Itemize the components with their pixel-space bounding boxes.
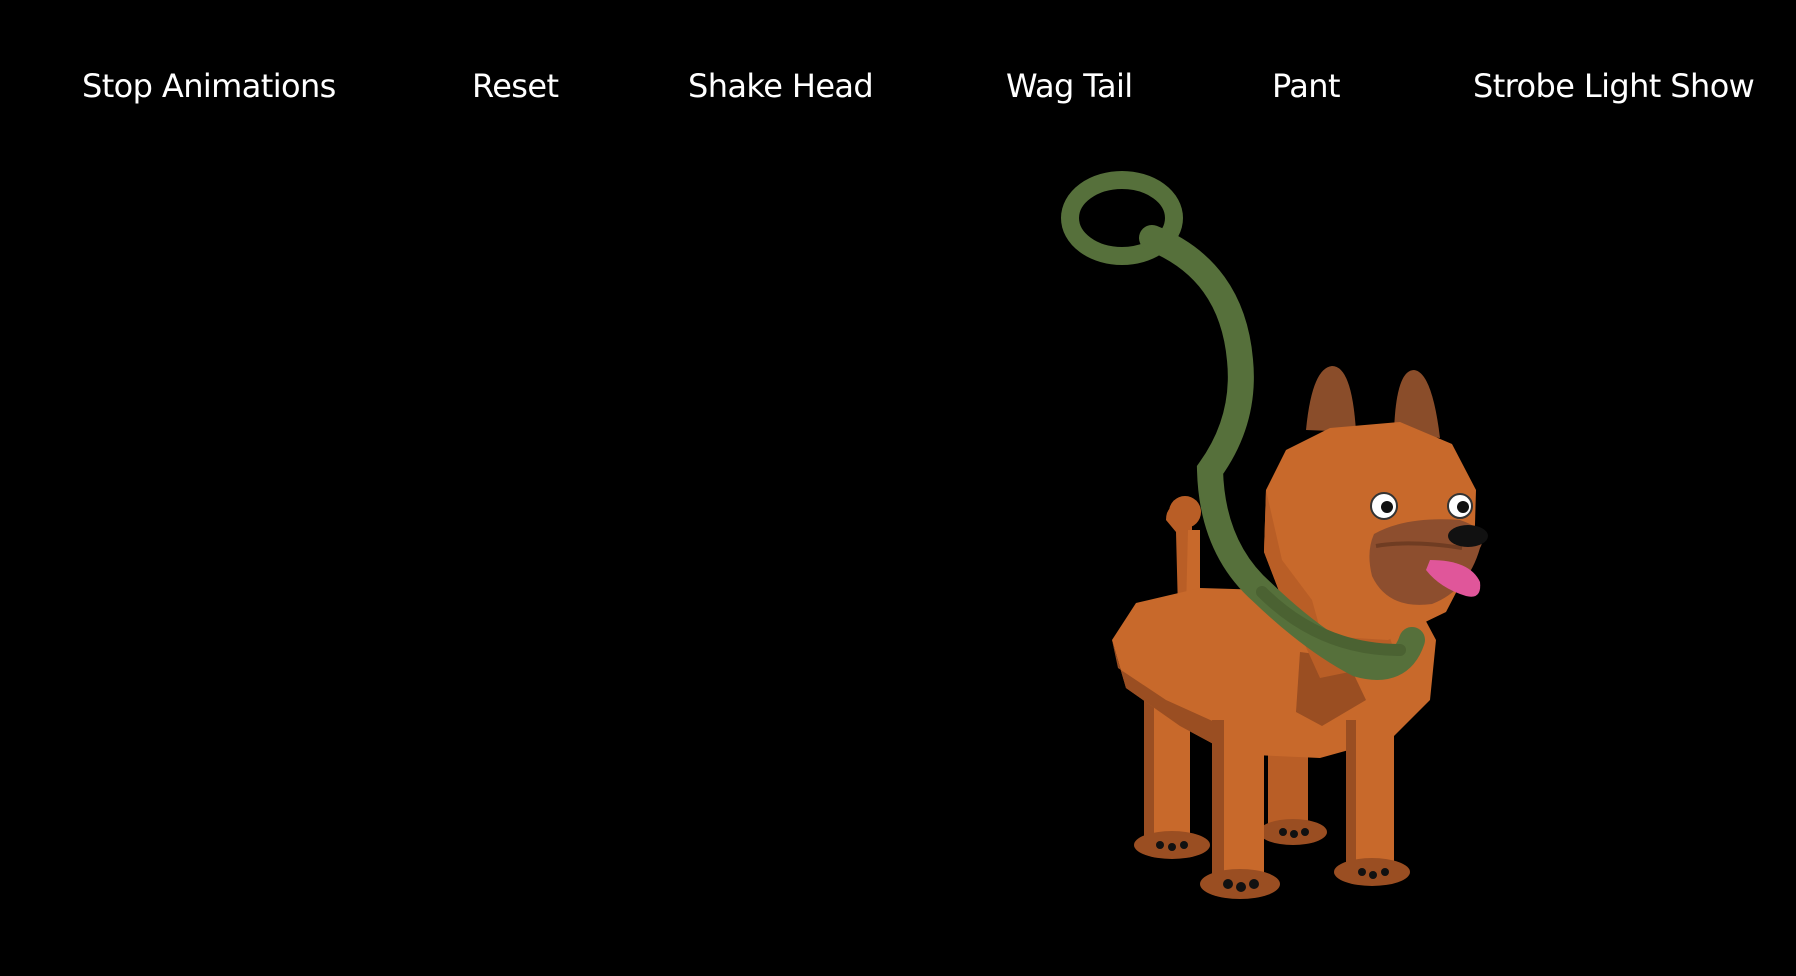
left-ear <box>1306 366 1356 432</box>
dog-scene-canvas[interactable] <box>0 0 1796 976</box>
nose-icon <box>1448 525 1488 547</box>
dog-muzzle <box>1369 519 1488 605</box>
app-stage: Stop Animations Reset Shake Head Wag Tai… <box>0 0 1796 976</box>
dog-illustration <box>1061 171 1488 899</box>
